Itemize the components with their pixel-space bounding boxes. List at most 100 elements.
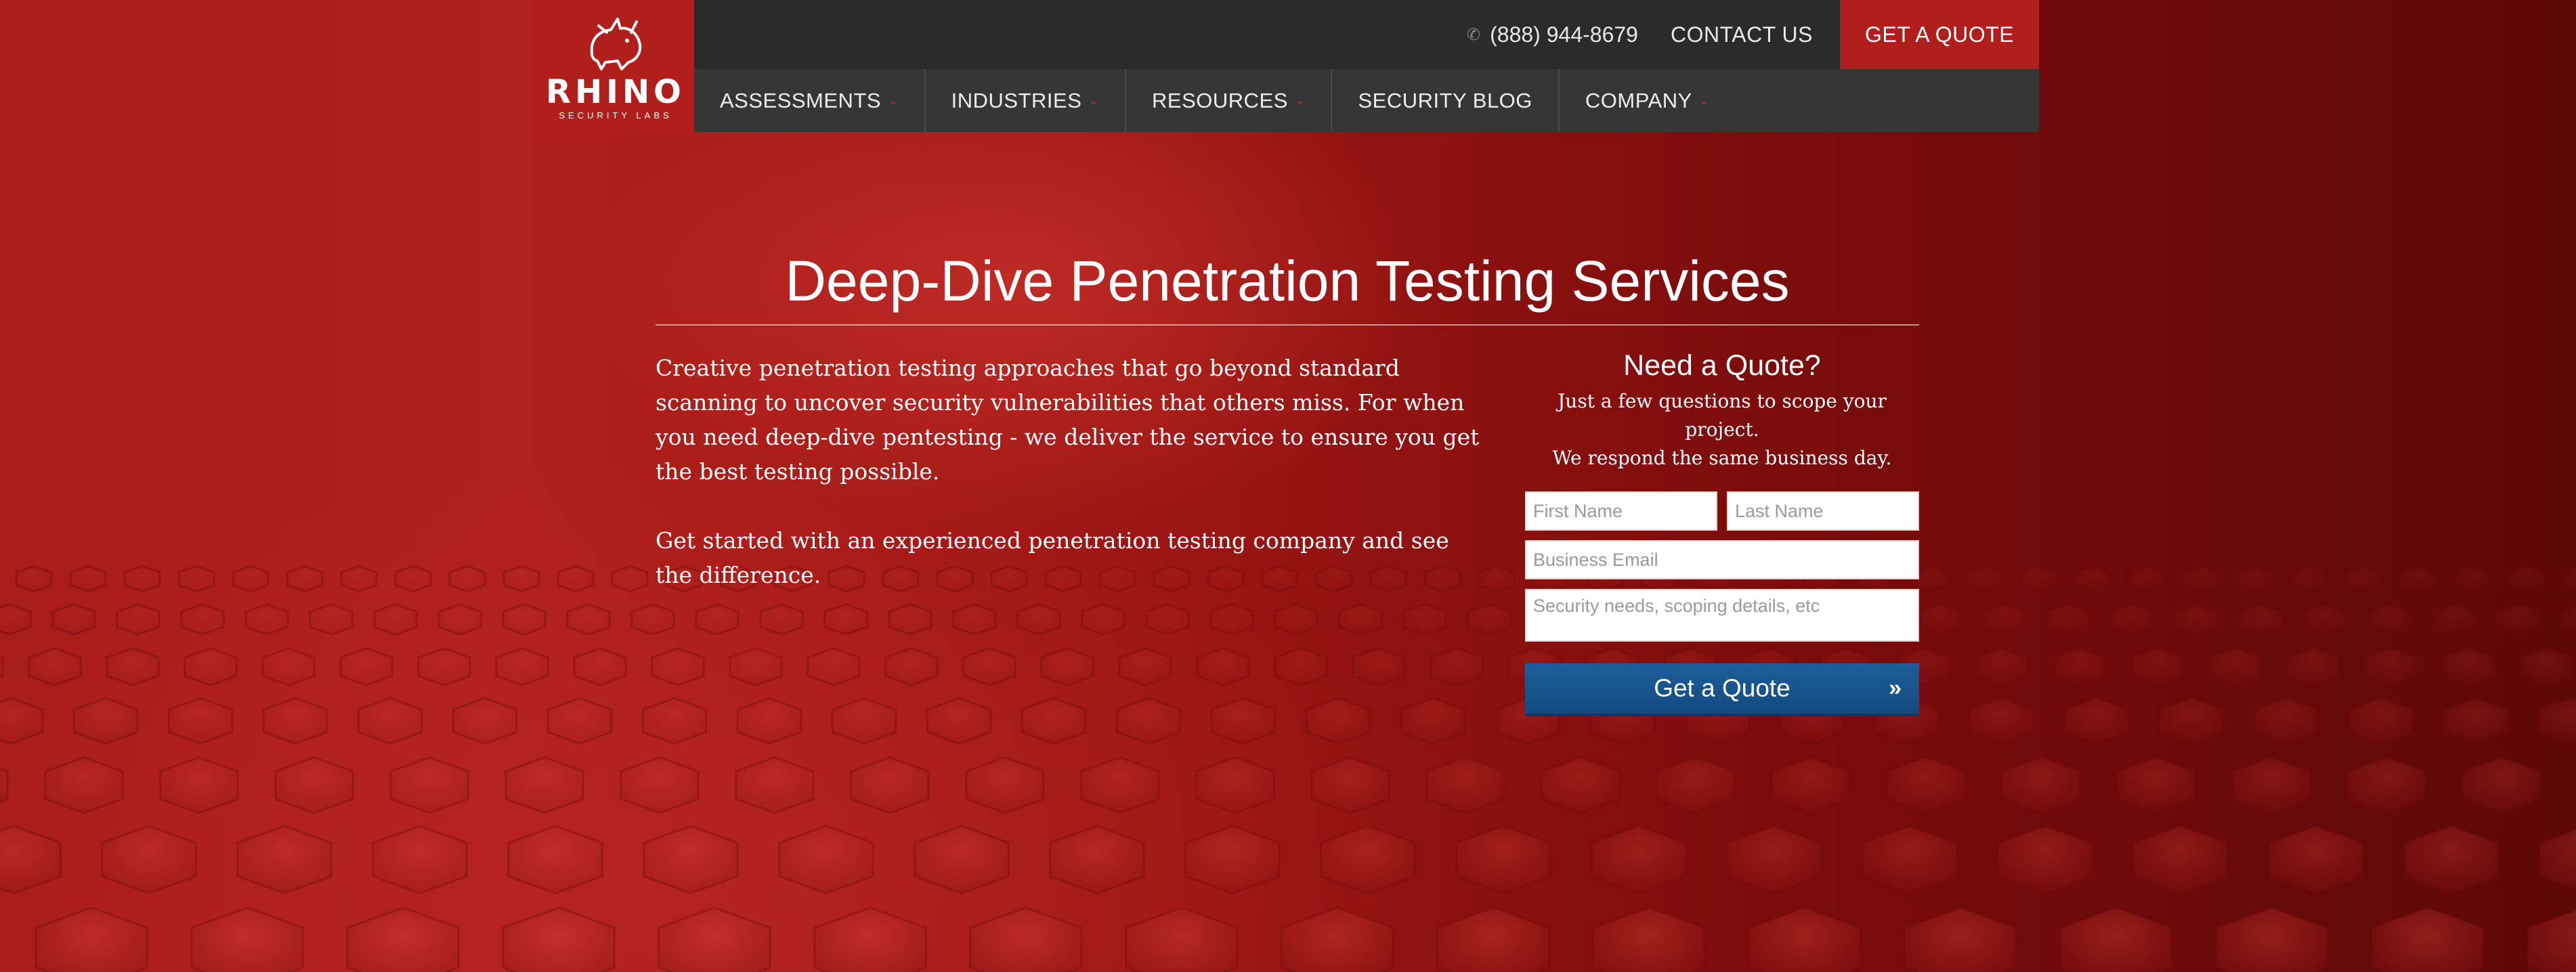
hex-shape: [2364, 647, 2418, 686]
hex-shape: [1196, 647, 1250, 686]
last-name-field[interactable]: Last Name: [1727, 491, 1919, 531]
phone-icon: ✆: [1467, 25, 1481, 44]
logo-subtext: SECURITY LABS: [559, 110, 672, 120]
hex-shape: [2432, 603, 2476, 636]
hex-shape: [2561, 566, 2576, 592]
first-name-field[interactable]: First Name: [1525, 491, 1717, 531]
hex-shape: [2253, 697, 2319, 745]
hex-shape: [2367, 603, 2412, 636]
hex-shape: [2074, 565, 2111, 593]
hex-shape: [452, 697, 518, 745]
hex-shape: [2182, 565, 2220, 593]
quote-form-subtitle-line-2: We respond the same business day.: [1552, 447, 1892, 469]
chevron-down-icon: ⌄: [1698, 93, 1710, 107]
hex-shape: [69, 565, 107, 593]
hex-shape: [1771, 756, 1851, 814]
hex-shape: [611, 565, 649, 593]
hero-description: Creative penetration testing approaches …: [656, 351, 1488, 627]
hex-shape: [1400, 697, 1466, 745]
hex-shape: [1352, 647, 1406, 686]
hex-shape: [1080, 756, 1160, 814]
hex-shape: [346, 906, 460, 972]
hex-shape: [557, 565, 595, 593]
hex-shape: [2286, 647, 2340, 686]
nav-item-label: ASSESSMENTS: [720, 88, 882, 112]
quote-form-subtitle-line-1: Just a few questions to scope your proje…: [1558, 390, 1887, 441]
hex-shape: [340, 565, 378, 593]
hex-shape: [1748, 906, 1862, 972]
hex-shape: [495, 647, 549, 686]
hex-shape: [159, 756, 239, 814]
hex-shape: [184, 647, 238, 686]
hex-shape: [2560, 605, 2576, 634]
get-a-quote-button[interactable]: GET A QUOTE: [1840, 0, 2039, 69]
hex-shape: [1184, 824, 1281, 895]
business-email-field[interactable]: Business Email: [1525, 540, 1919, 579]
hex-shape: [116, 603, 160, 636]
title-divider: [656, 324, 1919, 326]
hex-shape: [389, 756, 469, 814]
hex-shape: [1969, 697, 2035, 745]
hex-shape: [2063, 697, 2130, 745]
hex-shape: [2399, 565, 2437, 593]
hex-shape: [505, 756, 584, 814]
hex-shape: [262, 697, 328, 745]
hex-shape: [2046, 603, 2090, 636]
chevron-down-icon: ⌄: [1294, 93, 1306, 107]
hex-shape: [1320, 824, 1416, 895]
hex-shape: [2346, 756, 2426, 814]
hex-shape: [2462, 756, 2541, 814]
hex-shape: [1274, 647, 1328, 686]
hex-shape: [372, 824, 468, 895]
hex-shape: [180, 603, 225, 636]
hex-shape: [448, 565, 486, 593]
hex-shape: [2158, 697, 2225, 745]
hex-shape: [2507, 565, 2545, 593]
quote-form: Need a Quote? Just a few questions to sc…: [1525, 345, 1919, 716]
hex-shape: [2116, 756, 2196, 814]
hex-shape: [2236, 565, 2274, 593]
nav-item-assessments[interactable]: ASSESSMENTS ⌄: [694, 69, 926, 132]
hex-shape: [437, 603, 482, 636]
hex-shape: [1997, 824, 2093, 895]
hex-shape: [1210, 697, 1276, 745]
hex-shape: [831, 697, 897, 745]
hex-shape: [2174, 603, 2219, 636]
hex-shape: [417, 647, 471, 686]
hex-shape: [2527, 909, 2576, 972]
hex-shape: [51, 603, 96, 636]
hex-shape: [2496, 603, 2541, 636]
hex-shape: [123, 565, 161, 593]
hex-shape: [1656, 756, 1736, 814]
scoping-details-textarea[interactable]: Security needs, scoping details, etc: [1525, 589, 1919, 642]
hex-shape: [850, 756, 930, 814]
hex-shape: [1541, 756, 1620, 814]
hex-shape: [813, 906, 927, 972]
logo[interactable]: RHINO SECURITY LABS: [537, 0, 694, 132]
hex-shape: [502, 603, 546, 636]
hex-shape: [965, 756, 1045, 814]
hero-paragraph-2: Get started with an experienced penetrat…: [656, 527, 1449, 588]
hex-shape: [1886, 756, 1966, 814]
nav-item-company[interactable]: COMPANY ⌄: [1560, 69, 1736, 132]
contact-us-link[interactable]: CONTACT US: [1671, 22, 1813, 47]
hex-shape: [1591, 824, 1687, 895]
phone-link[interactable]: ✆ (888) 944-8679: [1467, 22, 1638, 47]
nav-item-security-blog[interactable]: SECURITY BLOG: [1332, 69, 1560, 132]
hex-shape: [502, 565, 540, 593]
hex-shape: [2128, 565, 2166, 593]
get-a-quote-submit-button[interactable]: Get a Quote »: [1525, 663, 1919, 716]
hex-shape: [2132, 824, 2229, 895]
nav-item-label: INDUSTRIES: [951, 88, 1082, 112]
nav-item-resources[interactable]: RESOURCES ⌄: [1126, 69, 1333, 132]
hex-shape: [274, 756, 354, 814]
page: RHINO SECURITY LABS ✆ (888) 944-8679 CON…: [0, 0, 2576, 972]
nav-item-industries[interactable]: INDUSTRIES ⌄: [926, 69, 1126, 132]
hex-shape: [2215, 906, 2329, 972]
hex-shape: [72, 697, 139, 745]
hex-shape: [2348, 697, 2414, 745]
hex-shape: [28, 647, 82, 686]
page-title: Deep-Dive Penetration Testing Services: [785, 249, 1790, 313]
rhino-icon: [590, 17, 642, 70]
hex-shape: [309, 603, 353, 636]
